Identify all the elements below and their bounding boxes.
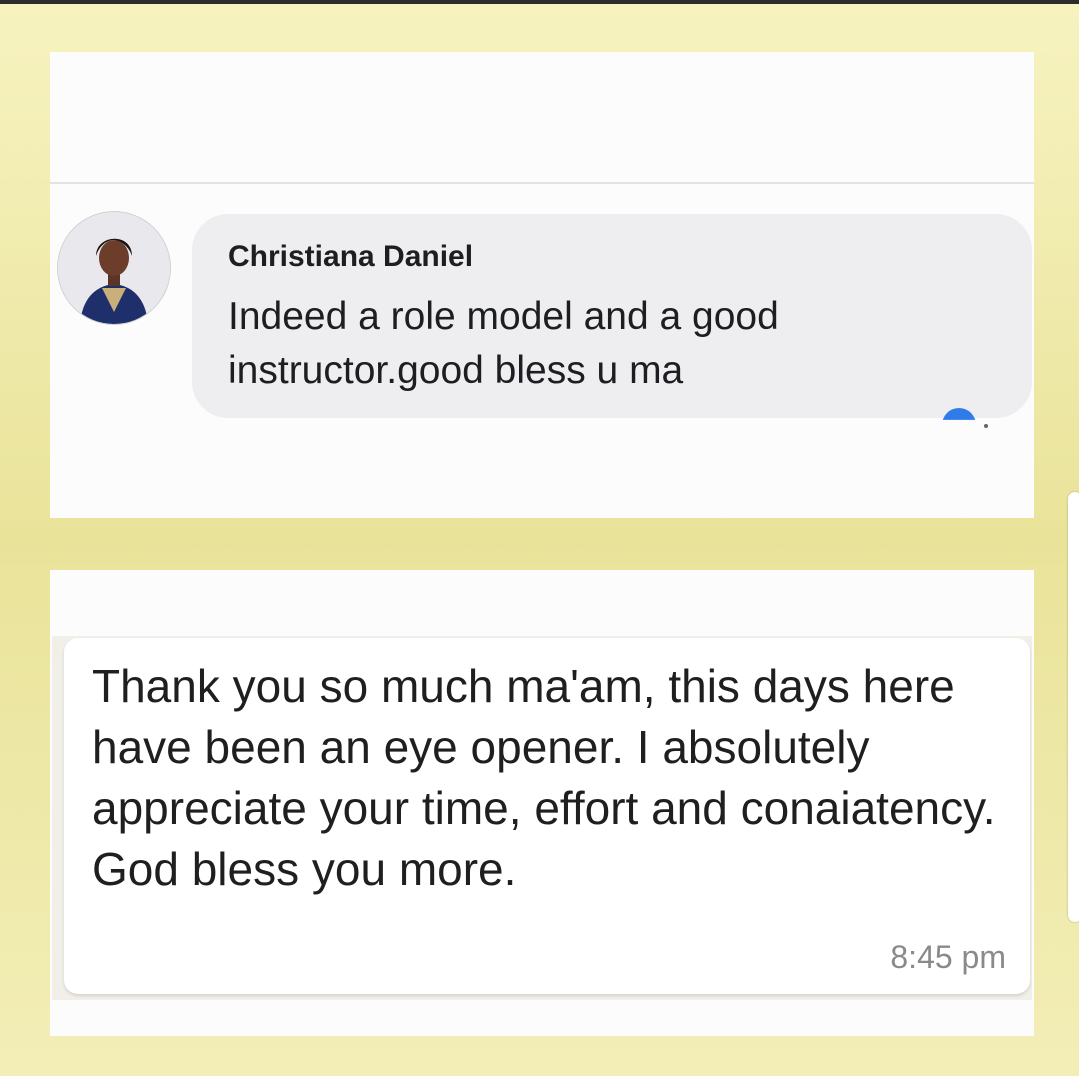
commenter-name[interactable]: Christiana Daniel — [228, 240, 473, 274]
message-text: Thank you so much ma'am, this days here … — [92, 660, 996, 895]
top-edge-bar — [0, 0, 1079, 4]
message-bubble[interactable]: Thank you so much ma'am, this days here … — [64, 638, 1030, 994]
like-reaction-icon[interactable] — [942, 408, 976, 420]
scrollbar-thumb[interactable] — [1068, 492, 1079, 922]
message-card: Thank you so much ma'am, this days here … — [50, 570, 1034, 1036]
comment-text: Indeed a role model and a good instructo… — [228, 295, 779, 392]
comment-bubble[interactable]: Christiana Daniel Indeed a role model an… — [192, 214, 1032, 418]
comment-card: Christiana Daniel Indeed a role model an… — [50, 52, 1034, 518]
avatar[interactable] — [58, 212, 170, 324]
message-timestamp: 8:45 pm — [890, 939, 1006, 975]
avatar-icon — [58, 212, 170, 324]
reaction-count-dot — [984, 424, 988, 428]
divider — [50, 182, 1034, 184]
